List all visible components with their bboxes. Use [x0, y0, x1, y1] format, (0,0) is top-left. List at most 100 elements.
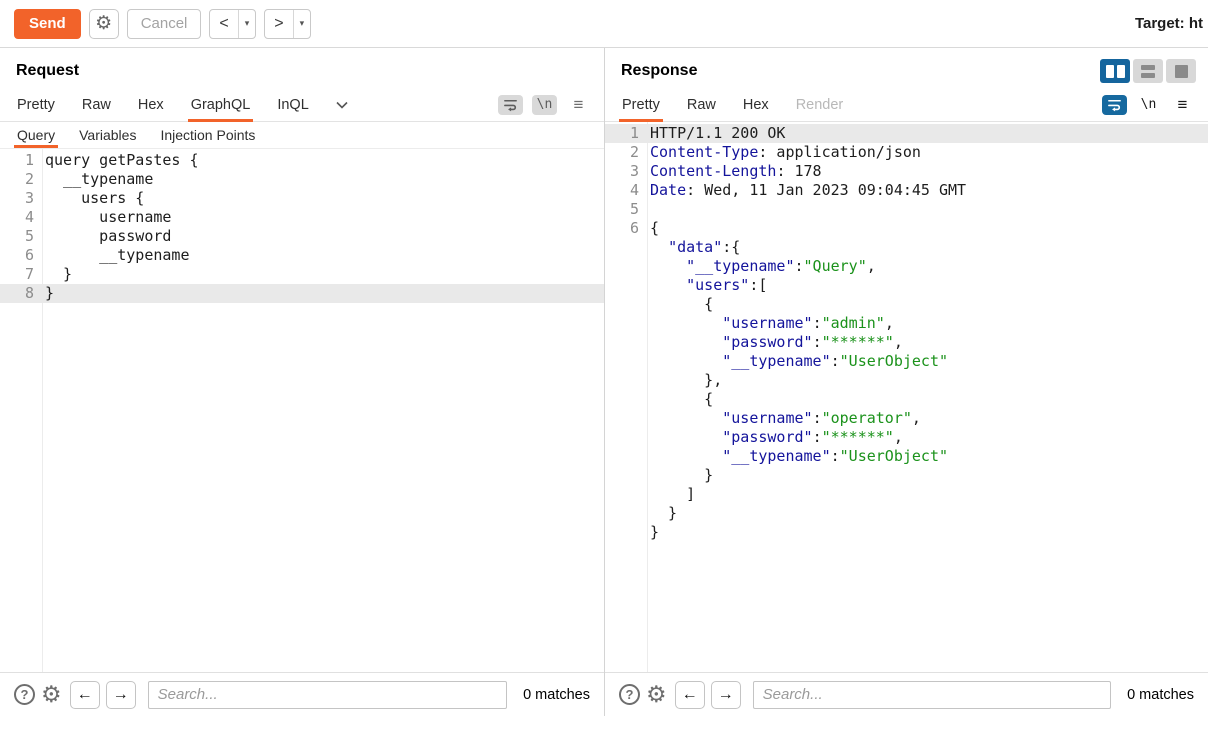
next-request-button[interactable]: > ▾	[264, 9, 311, 39]
code-line[interactable]: 7 }	[0, 265, 604, 284]
code-text: }	[647, 466, 1208, 485]
code-line[interactable]: 2Content-Type: application/json	[605, 143, 1208, 162]
request-panel: Request Pretty Raw Hex GraphQL InQL \n ≡…	[0, 48, 604, 716]
response-tab-pretty[interactable]: Pretty	[622, 88, 660, 121]
code-line[interactable]: ]	[605, 485, 1208, 504]
request-tab-bar: Pretty Raw Hex GraphQL InQL \n ≡	[0, 88, 604, 122]
single-pane-layout-icon[interactable]	[1166, 59, 1196, 83]
response-search-input[interactable]	[753, 681, 1111, 709]
code-line[interactable]: "username":"admin",	[605, 314, 1208, 333]
code-line[interactable]: 4Date: Wed, 11 Jan 2023 09:04:45 GMT	[605, 181, 1208, 200]
response-tab-raw[interactable]: Raw	[687, 88, 716, 121]
code-line[interactable]: 5	[605, 200, 1208, 219]
search-next-button[interactable]: →	[106, 681, 136, 709]
request-header: Request	[0, 48, 604, 88]
help-icon[interactable]: ?	[619, 684, 640, 705]
graphql-subtab-bar: Query Variables Injection Points	[0, 122, 604, 149]
code-line[interactable]: }	[605, 523, 1208, 542]
search-previous-button[interactable]: ←	[70, 681, 100, 709]
code-line[interactable]: 5 password	[0, 227, 604, 246]
code-text: {	[647, 219, 1208, 238]
line-number: 5	[605, 200, 647, 219]
code-line[interactable]: {	[605, 295, 1208, 314]
code-line[interactable]: }	[605, 466, 1208, 485]
search-settings-icon[interactable]: ⚙	[41, 683, 62, 706]
code-text: }	[42, 284, 604, 303]
request-tab-hex[interactable]: Hex	[138, 88, 164, 121]
code-line[interactable]: "__typename":"UserObject"	[605, 447, 1208, 466]
response-match-count: 0 matches	[1127, 687, 1194, 703]
code-line[interactable]: 1query getPastes {	[0, 151, 604, 170]
search-next-button[interactable]: →	[711, 681, 741, 709]
code-line[interactable]: "password":"******",	[605, 428, 1208, 447]
line-number	[605, 295, 647, 314]
code-line[interactable]: 8}	[0, 284, 604, 303]
subtab-injection-points[interactable]: Injection Points	[160, 122, 255, 148]
top-toolbar: Send ⚙ Cancel < ▾ > ▾ Target: ht	[0, 0, 1208, 48]
search-previous-button[interactable]: ←	[675, 681, 705, 709]
code-line[interactable]: "data":{	[605, 238, 1208, 257]
two-rows-layout-icon[interactable]	[1133, 59, 1163, 83]
request-editor-controls: \n ≡	[498, 88, 604, 121]
subtab-query[interactable]: Query	[17, 122, 55, 148]
code-text: Content-Type: application/json	[647, 143, 1208, 162]
line-number: 4	[605, 181, 647, 200]
search-settings-icon[interactable]: ⚙	[646, 683, 667, 706]
code-line[interactable]: 6{	[605, 219, 1208, 238]
code-line[interactable]: "users":[	[605, 276, 1208, 295]
code-line[interactable]: }	[605, 504, 1208, 523]
code-line[interactable]: "password":"******",	[605, 333, 1208, 352]
code-text: }	[647, 504, 1208, 523]
line-number	[605, 466, 647, 485]
send-button[interactable]: Send	[14, 9, 81, 39]
send-settings-button[interactable]: ⚙	[89, 9, 119, 39]
request-tab-graphql[interactable]: GraphQL	[191, 88, 251, 121]
code-line[interactable]: 4 username	[0, 208, 604, 227]
editor-menu-icon[interactable]: ≡	[1170, 95, 1195, 115]
code-line[interactable]: "username":"operator",	[605, 409, 1208, 428]
line-number	[605, 504, 647, 523]
code-line[interactable]: 1HTTP/1.1 200 OK	[605, 124, 1208, 143]
subtab-variables[interactable]: Variables	[79, 122, 136, 148]
request-tab-pretty[interactable]: Pretty	[17, 88, 55, 121]
request-tab-raw[interactable]: Raw	[82, 88, 111, 121]
chevron-down-icon[interactable]: ▾	[239, 18, 256, 29]
code-line[interactable]: 3Content-Length: 178	[605, 162, 1208, 181]
help-icon[interactable]: ?	[14, 684, 35, 705]
code-line[interactable]: {	[605, 390, 1208, 409]
response-editor[interactable]: 1HTTP/1.1 200 OK2Content-Type: applicati…	[605, 122, 1208, 672]
chevron-down-icon[interactable]: ▾	[294, 18, 311, 29]
show-newlines-icon[interactable]: \n	[532, 95, 557, 115]
code-text: Date: Wed, 11 Jan 2023 09:04:45 GMT	[647, 181, 1208, 200]
code-text: __typename	[42, 246, 604, 265]
show-newlines-icon[interactable]: \n	[1136, 95, 1161, 115]
request-tab-inql[interactable]: InQL	[277, 88, 308, 121]
code-line[interactable]: 6 __typename	[0, 246, 604, 265]
code-line[interactable]: },	[605, 371, 1208, 390]
line-number: 2	[0, 170, 42, 189]
target-label: Target: ht	[1135, 15, 1203, 32]
chevron-down-icon[interactable]	[336, 88, 348, 121]
code-text	[647, 200, 1208, 219]
code-line[interactable]: 2 __typename	[0, 170, 604, 189]
cancel-button[interactable]: Cancel	[127, 9, 202, 39]
word-wrap-icon[interactable]	[498, 95, 523, 115]
editor-menu-icon[interactable]: ≡	[566, 95, 591, 115]
request-editor[interactable]: 1query getPastes {2 __typename3 users {4…	[0, 149, 604, 672]
code-text: username	[42, 208, 604, 227]
previous-request-button[interactable]: < ▾	[209, 9, 256, 39]
response-tab-hex[interactable]: Hex	[743, 88, 769, 121]
word-wrap-icon[interactable]	[1102, 95, 1127, 115]
two-columns-layout-icon[interactable]	[1100, 59, 1130, 83]
code-line[interactable]: "__typename":"UserObject"	[605, 352, 1208, 371]
code-line[interactable]: 3 users {	[0, 189, 604, 208]
column-bar	[1117, 65, 1125, 78]
row-bars	[1141, 65, 1155, 78]
request-search-input[interactable]	[148, 681, 507, 709]
code-line[interactable]: "__typename":"Query",	[605, 257, 1208, 276]
code-text: "password":"******",	[647, 428, 1208, 447]
line-number: 2	[605, 143, 647, 162]
code-text: "__typename":"Query",	[647, 257, 1208, 276]
code-text: "username":"operator",	[647, 409, 1208, 428]
line-number	[605, 352, 647, 371]
